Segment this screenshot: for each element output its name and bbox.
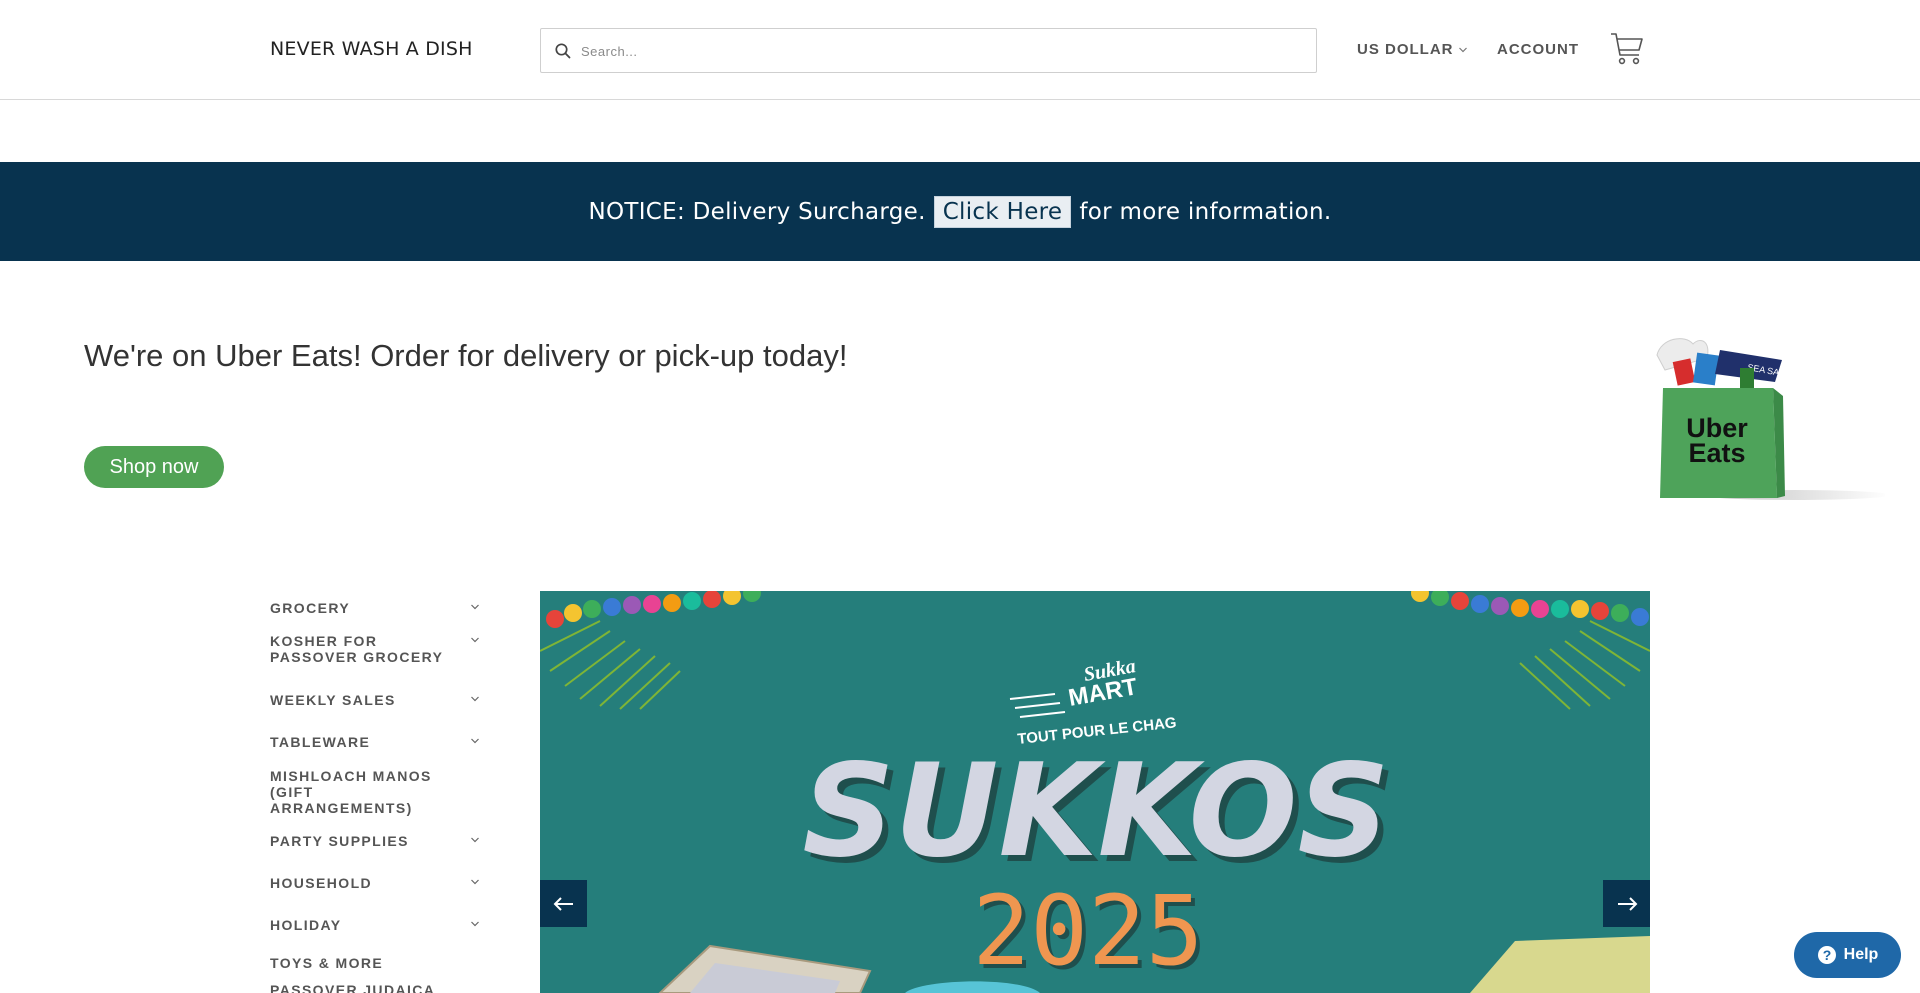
- slider-prev-button[interactable]: [540, 880, 587, 927]
- site-header: NEVER WASH A DISH US DOLLAR ACCOUNT: [0, 0, 1920, 100]
- currency-selector[interactable]: US DOLLAR: [1357, 41, 1468, 58]
- notice-prefix: NOTICE: Delivery Surcharge.: [588, 198, 926, 225]
- chevron-down-icon: [1458, 47, 1467, 52]
- slide-brand-mid: MART: [1066, 673, 1139, 712]
- slider-next-button[interactable]: [1603, 880, 1650, 927]
- sidebar-category-item[interactable]: TOYS & MORE: [270, 955, 480, 971]
- chevron-down-icon[interactable]: [470, 602, 480, 612]
- sidebar-category-label: TOYS & MORE: [270, 955, 384, 971]
- question-circle-icon: ?: [1817, 946, 1836, 964]
- sidebar-category-label: WEEKLY SALES: [270, 692, 396, 708]
- svg-text:?: ?: [1822, 947, 1831, 963]
- sidebar-category-item[interactable]: PARTY SUPPLIES: [270, 833, 480, 849]
- shop-now-button[interactable]: Shop now: [84, 446, 224, 488]
- palm-leaves-right: [1519, 620, 1650, 710]
- slide-title: SUKKOS: [802, 737, 1389, 886]
- sidebar-category-item[interactable]: MISHLOACH MANOS (GIFT ARRANGEMENTS): [270, 768, 480, 816]
- bag-text-eats: Eats: [1688, 438, 1745, 468]
- sidebar-category-item[interactable]: KOSHER FOR PASSOVER GROCERY: [270, 633, 480, 665]
- sidebar-category-item[interactable]: PASSOVER JUDAICA: [270, 982, 480, 993]
- sidebar-category-label: GROCERY: [270, 600, 351, 616]
- chevron-down-icon[interactable]: [470, 694, 480, 704]
- paper-chain-decoration-left: [546, 591, 761, 628]
- sidebar-category-item[interactable]: HOLIDAY: [270, 917, 480, 933]
- notice-suffix: for more information.: [1079, 198, 1332, 225]
- help-label: Help: [1843, 946, 1879, 963]
- sidebar-category-item[interactable]: WEEKLY SALES: [270, 692, 480, 708]
- help-button[interactable]: ? Help: [1794, 932, 1901, 978]
- chevron-down-icon[interactable]: [470, 919, 480, 929]
- sidebar-category-item[interactable]: TABLEWARE: [270, 734, 480, 750]
- cart-icon[interactable]: [1610, 30, 1644, 66]
- sukkah-illustration: [658, 944, 872, 993]
- paper-chain-decoration-right: [1411, 591, 1649, 626]
- promo-headline: We're on Uber Eats! Order for delivery o…: [84, 338, 848, 373]
- store-logo[interactable]: NEVER WASH A DISH: [270, 38, 473, 60]
- sidebar-category-item[interactable]: GROCERY: [270, 600, 480, 616]
- notice-click-here-link[interactable]: Click Here: [933, 195, 1072, 228]
- sidebar-category-label-line2: PASSOVER GROCERY: [270, 649, 444, 665]
- arrow-right-icon: [1617, 896, 1637, 911]
- sukkos-slide-image: Sukka MART TOUT POUR LE CHAG SUKKOS SUKK…: [540, 591, 1650, 993]
- chevron-down-icon[interactable]: [470, 736, 480, 746]
- chevron-down-icon[interactable]: [470, 835, 480, 845]
- sukka-mart-logo: Sukka MART TOUT POUR LE CHAG: [1009, 655, 1177, 748]
- sidebar-category-label: HOLIDAY: [270, 917, 342, 933]
- search-icon[interactable]: [554, 42, 572, 60]
- arrow-left-icon: [553, 896, 573, 911]
- currency-label: US DOLLAR: [1357, 41, 1454, 58]
- notice-banner: NOTICE: Delivery Surcharge. Click Here f…: [0, 162, 1920, 261]
- sidebar-category-label: HOUSEHOLD: [270, 875, 373, 891]
- sidebar-category-label: PARTY SUPPLIES: [270, 833, 409, 849]
- sidebar-category-label: MISHLOACH MANOS (GIFT: [270, 768, 432, 800]
- chevron-down-icon[interactable]: [470, 877, 480, 887]
- bamboo-mat: [1470, 936, 1650, 993]
- slide-year: 2025: [972, 875, 1203, 987]
- account-link[interactable]: ACCOUNT: [1497, 41, 1579, 58]
- search-bar[interactable]: [540, 28, 1317, 73]
- sidebar-category-label: KOSHER FOR: [270, 633, 378, 649]
- hero-slider[interactable]: Sukka MART TOUT POUR LE CHAG SUKKOS SUKK…: [540, 591, 1650, 993]
- sidebar-category-label: PASSOVER JUDAICA: [270, 982, 436, 993]
- uber-eats-bag-image: SEA SALT Uber Eats: [1656, 338, 1885, 500]
- chevron-down-icon[interactable]: [470, 635, 480, 645]
- search-input[interactable]: [581, 37, 1301, 65]
- palm-leaves-left: [540, 620, 681, 710]
- sidebar-category-label: TABLEWARE: [270, 734, 371, 750]
- sidebar-category-item[interactable]: HOUSEHOLD: [270, 875, 480, 891]
- sidebar-category-label-line2: ARRANGEMENTS): [270, 800, 413, 816]
